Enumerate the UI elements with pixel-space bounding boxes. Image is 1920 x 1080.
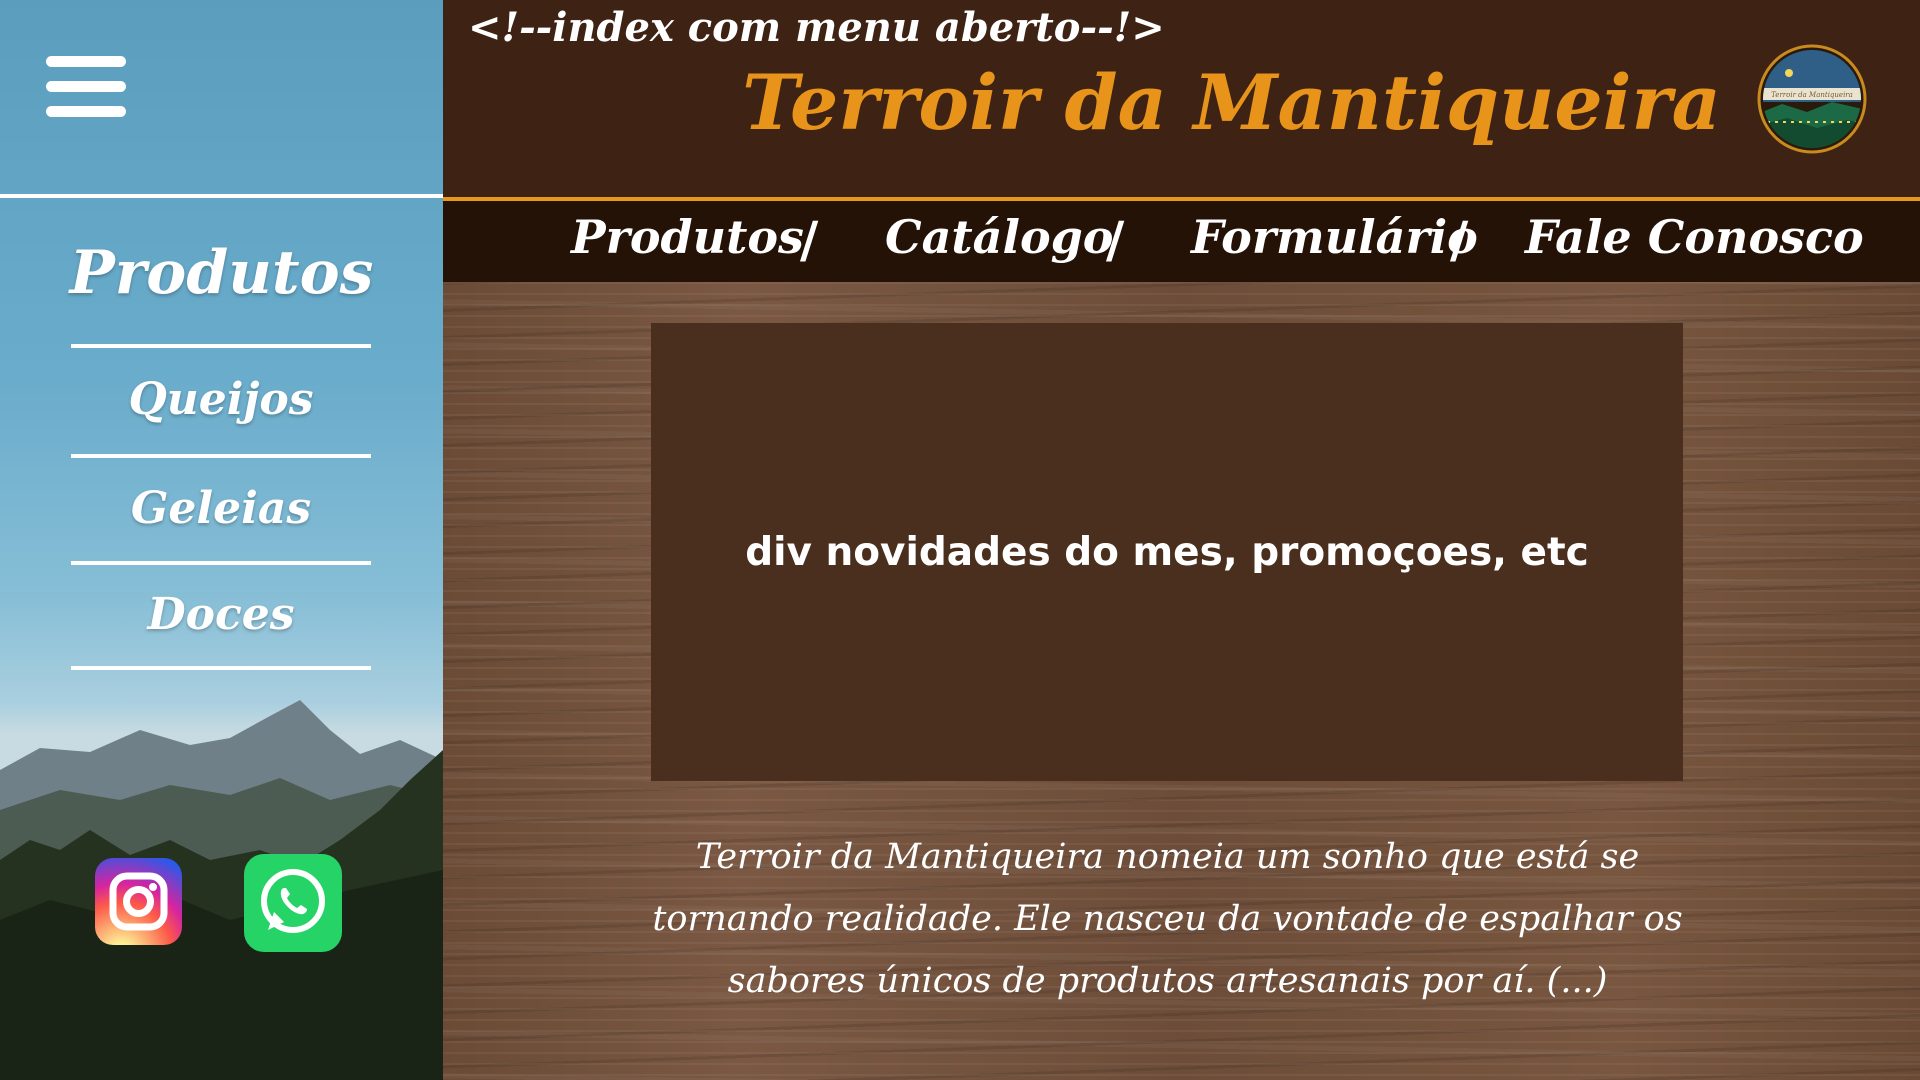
sidebar-divider bbox=[71, 454, 371, 458]
about-paragraph: Terroir da Mantiqueira nomeia um sonho q… bbox=[640, 826, 1695, 1012]
html-comment-caption: <!--index com menu aberto--!> bbox=[468, 4, 1165, 51]
about-line: sabores únicos de produtos artesanais po… bbox=[727, 961, 1608, 1001]
nav-separator: / bbox=[800, 210, 819, 269]
promo-box: div novidades do mes, promoçoes, etc bbox=[651, 323, 1683, 781]
hamburger-menu-button[interactable] bbox=[46, 56, 126, 118]
nav-separator: / bbox=[1450, 210, 1469, 269]
whatsapp-icon[interactable] bbox=[244, 854, 342, 952]
promo-text: div novidades do mes, promoçoes, etc bbox=[745, 529, 1589, 575]
site-title: Terroir da Mantiqueira bbox=[742, 58, 1721, 147]
sidebar-divider bbox=[71, 666, 371, 670]
sidebar-item-geleias[interactable]: Geleias bbox=[71, 483, 371, 534]
sidebar-item-queijos[interactable]: Queijos bbox=[71, 374, 371, 425]
nav-separator: / bbox=[1106, 210, 1125, 269]
sidebar-title: Produtos bbox=[69, 238, 374, 308]
sidebar-divider bbox=[71, 344, 371, 348]
nav-produtos[interactable]: Produtos bbox=[571, 210, 804, 264]
nav-fale-conosco[interactable]: Fale Conosco bbox=[1525, 210, 1864, 264]
sidebar: Produtos Queijos Geleias Doces bbox=[0, 0, 443, 1080]
sidebar-divider bbox=[0, 194, 443, 198]
mountain-landscape-image bbox=[0, 700, 443, 1080]
site-logo[interactable]: Terroir da Mantiqueira bbox=[1757, 44, 1867, 154]
nav-catalogo[interactable]: Catálogo bbox=[885, 210, 1113, 264]
about-line: tornando realidade. Ele nasceu da vontad… bbox=[652, 899, 1683, 939]
sidebar-item-doces[interactable]: Doces bbox=[71, 589, 371, 640]
logo-text: Terroir da Mantiqueira bbox=[1771, 91, 1853, 99]
instagram-icon[interactable] bbox=[95, 858, 182, 945]
nav-formulario[interactable]: Formulário bbox=[1191, 210, 1478, 264]
about-line: Terroir da Mantiqueira nomeia um sonho q… bbox=[695, 837, 1640, 877]
sidebar-divider bbox=[71, 561, 371, 565]
